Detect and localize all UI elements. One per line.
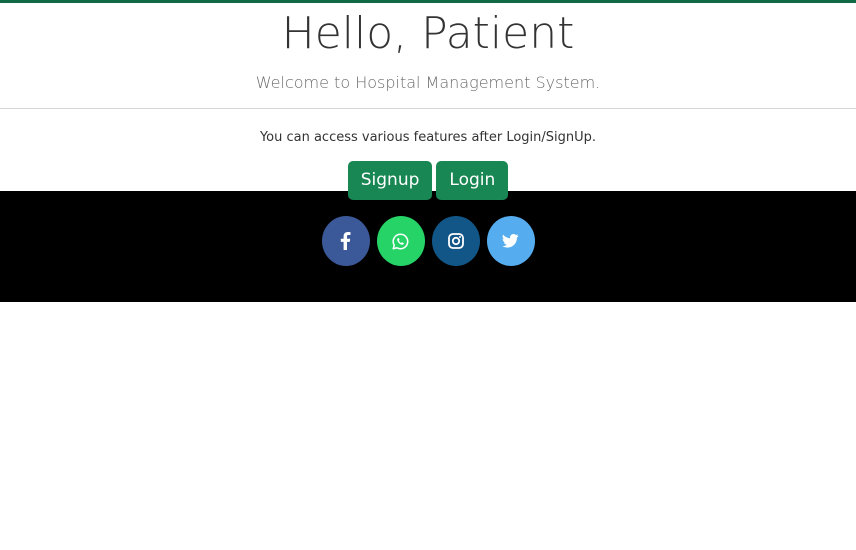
twitter-link[interactable]: [486, 216, 535, 266]
hero-section: Hello, Patient Welcome to Hospital Manag…: [0, 3, 856, 109]
facebook-link[interactable]: [321, 216, 370, 266]
facebook-icon: [340, 232, 352, 250]
login-button[interactable]: Login: [436, 161, 509, 200]
whatsapp-link[interactable]: [376, 216, 425, 266]
page-subtitle: Welcome to Hospital Management System.: [255, 73, 601, 92]
page-title: Hello, Patient: [281, 8, 575, 59]
instagram-link[interactable]: [431, 216, 480, 266]
footer: [0, 191, 856, 302]
instagram-icon: [447, 233, 464, 249]
twitter-icon: [502, 234, 519, 248]
whatsapp-icon: [392, 233, 409, 250]
auth-section: You can access various features after Lo…: [0, 109, 856, 200]
access-info-text: You can access various features after Lo…: [259, 130, 597, 145]
signup-button[interactable]: Signup: [347, 161, 433, 200]
